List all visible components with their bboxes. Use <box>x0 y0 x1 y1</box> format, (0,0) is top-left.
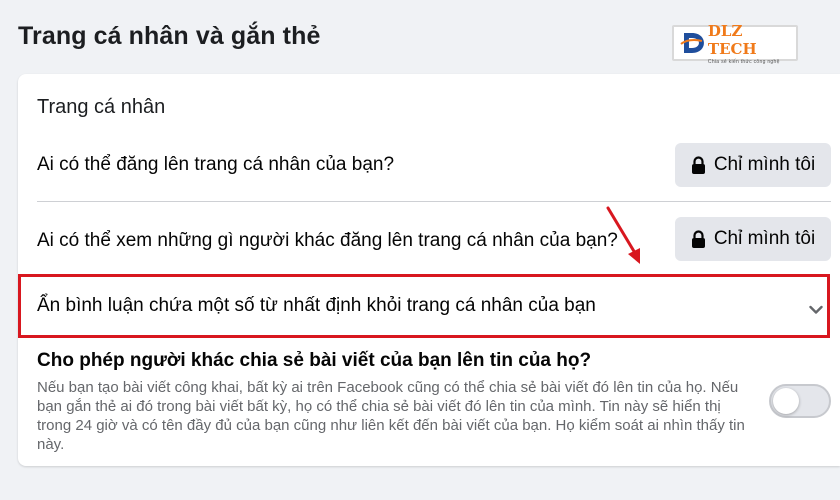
red-arrow-annotation <box>606 206 640 264</box>
who-can-see-button[interactable]: Chỉ mình tôi <box>675 217 831 261</box>
share-description: Nếu bạn tạo bài viết công khai, bất kỳ a… <box>37 379 745 453</box>
share-toggle[interactable] <box>769 384 831 418</box>
lock-icon <box>691 156 706 174</box>
divider <box>37 201 831 202</box>
chevron-down-icon[interactable] <box>809 302 823 320</box>
hide-comments-row[interactable]: Ẩn bình luận chứa một số từ nhất định kh… <box>18 274 830 338</box>
logo-tagline: Chia sẻ kiến thức công nghệ <box>707 58 780 65</box>
who-can-see-value: Chỉ mình tôi <box>713 228 816 249</box>
lock-icon <box>691 230 706 248</box>
setting-question-post: Ai có thể đăng lên trang cá nhân của bạn… <box>37 154 395 175</box>
dlz-tech-logo: DLZ TECH Chia sẻ kiến thức công nghệ <box>672 21 798 65</box>
logo-mark-icon <box>680 33 704 53</box>
profile-tagging-card: Trang cá nhân Ai có thể đăng lên trang c… <box>18 74 840 466</box>
who-can-post-value: Chỉ mình tôi <box>713 154 816 175</box>
section-title: Trang cá nhân <box>37 96 166 118</box>
toggle-knob <box>773 388 799 414</box>
share-title: Cho phép người khác chia sẻ bài viết của… <box>37 350 592 371</box>
logo-name: DLZ TECH <box>707 21 757 58</box>
hide-comments-label: Ẩn bình luận chứa một số từ nhất định kh… <box>37 295 596 316</box>
page-title: Trang cá nhân và gắn thẻ <box>18 22 321 50</box>
setting-question-view: Ai có thể xem những gì người khác đăng l… <box>37 230 618 251</box>
who-can-post-button[interactable]: Chỉ mình tôi <box>675 143 831 187</box>
